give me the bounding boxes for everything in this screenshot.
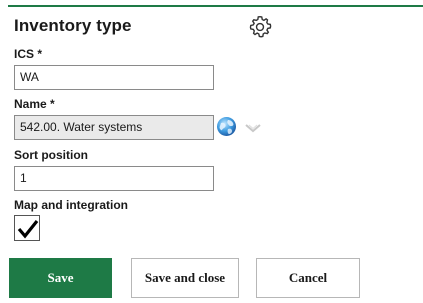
globe-icon[interactable] [216, 116, 237, 137]
inventory-type-form: Inventory type ICS * WA Name * 542.00. W… [0, 0, 423, 303]
save-and-close-button[interactable]: Save and close [131, 258, 239, 298]
map-integration-label: Map and integration [14, 198, 128, 212]
name-label: Name * [14, 97, 55, 111]
checkmark-icon [17, 220, 39, 239]
save-button[interactable]: Save [9, 258, 112, 298]
map-integration-checkbox[interactable] [14, 215, 40, 241]
gear-icon[interactable] [247, 14, 273, 40]
page-title: Inventory type [14, 16, 132, 35]
chevron-down-icon[interactable] [245, 120, 261, 133]
top-divider [8, 5, 423, 7]
cancel-button[interactable]: Cancel [256, 258, 360, 298]
sort-position-label: Sort position [14, 148, 88, 162]
ics-label: ICS * [14, 47, 43, 61]
sort-position-input[interactable]: 1 [14, 166, 214, 191]
ics-input[interactable]: WA [14, 65, 214, 90]
name-input[interactable]: 542.00. Water systems [14, 115, 214, 140]
